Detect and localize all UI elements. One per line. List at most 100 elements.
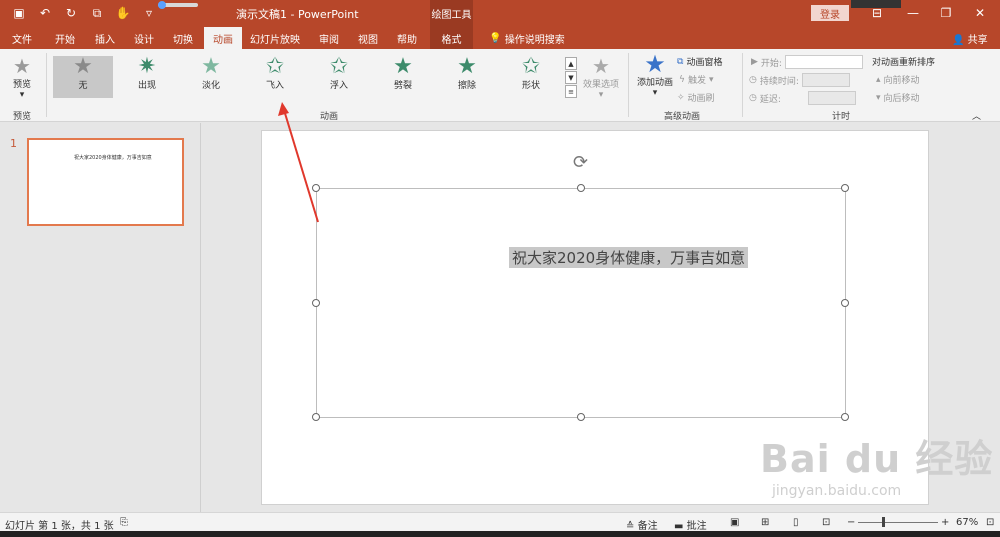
anim-fly-in[interactable]: ✩ 飞入 [245,56,305,98]
star-icon: ✩ [265,54,285,79]
tab-slideshow[interactable]: 幻灯片放映 [247,27,303,49]
trigger-button[interactable]: ϟ 触发 ▾ [679,73,714,87]
pane-divider[interactable] [200,123,201,512]
tab-insert[interactable]: 插入 [87,27,123,49]
gallery-scroll[interactable]: ▲ ▼ ≡ [565,57,577,99]
resize-handle-e[interactable] [841,299,849,307]
watermark-main: Bai du 经验 [760,437,994,481]
chevron-down-icon[interactable]: ▼ [565,71,577,84]
redo-icon[interactable]: ↻ [62,4,80,22]
resize-handle-ne[interactable] [841,184,849,192]
anim-split[interactable]: ★ 劈裂 [373,56,433,98]
spellcheck-icon[interactable]: ⎘ [120,517,128,528]
quick-access-toolbar: ▣ ↶ ↻ ⧉ ✋ ▿ [10,4,158,22]
close-icon[interactable]: ✕ [965,2,995,24]
anim-wipe[interactable]: ★ 擦除 [437,56,497,98]
chevron-down-icon: ▾ [19,90,25,100]
zoom-slider[interactable] [858,522,938,523]
restore-icon[interactable]: ❐ [931,2,961,24]
play-icon: ▶ [751,57,758,67]
slide-thumbnail-pane: 1 祝大家2020身体健康，万事吉如意 [0,123,200,512]
clock-icon: ◷ [749,75,757,85]
mini-slider[interactable] [158,1,198,9]
gallery-more-icon[interactable]: ≡ [565,85,577,98]
text-box-frame[interactable]: 祝大家2020身体健康，万事吉如意 [312,184,849,421]
zoom-level[interactable]: 67% [956,517,978,528]
share-label: 共享 [967,35,988,46]
zoom-slider-thumb[interactable] [882,517,885,527]
tab-transitions[interactable]: 切换 [165,27,201,49]
trigger-label: 触发 [687,76,706,86]
taskbar-strip [0,531,1000,537]
undo-icon[interactable]: ↶ [36,4,54,22]
animation-pane-label: 动画窗格 [686,58,723,68]
tab-format[interactable]: 格式 [430,27,473,49]
touch-mode-icon[interactable]: ✋ [114,4,132,22]
normal-view-icon[interactable]: ▣ [730,517,739,528]
add-animation-button[interactable]: ★ 添加动画 ▾ [634,50,676,98]
collapse-ribbon-icon[interactable]: ︿ [972,109,981,122]
watermark-sub: jingyan.baidu.com [772,483,902,499]
login-button[interactable]: 登录 [811,5,849,21]
move-earlier-button[interactable]: ▴ 向前移动 [876,73,920,87]
tab-home[interactable]: 开始 [47,27,83,49]
fit-to-window-icon[interactable]: ⊡ [986,517,994,528]
zoom-in-icon[interactable]: + [941,517,949,528]
effect-options-button[interactable]: ★ 效果选项 ▾ [580,55,622,100]
preview-button[interactable]: ★ 预览 ▾ [9,55,35,100]
window-title: 演示文稿1 - PowerPoint [236,8,359,21]
star-icon: ★ [393,54,413,79]
present-icon[interactable]: ⧉ [88,4,106,22]
customize-qat-icon[interactable]: ▿ [140,4,158,22]
anim-fade[interactable]: ★ 淡化 [181,56,241,98]
move-later-button[interactable]: ▾ 向后移动 [876,91,920,105]
ribbon-display-icon[interactable]: ⊟ [862,2,892,24]
star-icon: ✩ [521,54,541,79]
duration-spinner[interactable] [801,73,850,87]
tab-file[interactable]: 文件 [4,27,40,49]
anim-none[interactable]: ★ 无 [53,56,113,98]
star-icon: ✩ [329,54,349,79]
person-icon: 👤 [952,35,965,46]
anim-label: 形状 [521,81,540,91]
delay-spinner[interactable] [807,91,856,105]
reading-view-icon[interactable]: ▯ [793,517,799,528]
delay-label: 延迟: [759,94,781,105]
resize-handle-s[interactable] [577,413,585,421]
anim-shape[interactable]: ✩ 形状 [501,56,561,98]
anim-appear[interactable]: ✷ 出现 [117,56,177,98]
slide-sorter-icon[interactable]: ⊞ [761,517,769,528]
resize-handle-se[interactable] [841,413,849,421]
group-label-preview: 预览 [13,112,32,122]
rotate-handle-icon[interactable]: ⟳ [573,152,588,173]
resize-handle-n[interactable] [577,184,585,192]
chevron-down-icon: ▾ [708,74,714,85]
anim-label: 浮入 [329,81,348,91]
chevron-up-icon[interactable]: ▲ [565,57,577,70]
comments-button[interactable]: ▬ 批注 [674,517,707,532]
tell-me-search[interactable]: 💡 操作说明搜索 [482,27,572,49]
slide-thumbnail[interactable]: 祝大家2020身体健康，万事吉如意 [27,138,184,226]
add-star-icon: ★ [644,50,666,78]
reorder-heading: 对动画重新排序 [872,58,936,68]
zoom-out-icon[interactable]: − [847,517,855,528]
share-button[interactable]: 👤 共享 [952,31,988,46]
selected-text[interactable]: 祝大家2020身体健康，万事吉如意 [509,247,749,268]
save-icon[interactable]: ▣ [10,4,28,22]
animation-pane-icon: ⧉ [677,56,684,67]
tab-animations[interactable]: 动画 [204,27,242,49]
start-dropdown[interactable] [784,55,863,69]
resize-handle-w[interactable] [312,299,320,307]
notes-button[interactable]: ≙ 备注 [626,517,658,532]
tab-help[interactable]: 帮助 [389,27,425,49]
tab-design[interactable]: 设计 [126,27,162,49]
tab-view[interactable]: 视图 [350,27,386,49]
resize-handle-sw[interactable] [312,413,320,421]
star-icon: ★ [73,54,93,79]
minimize-icon[interactable]: — [898,2,928,24]
animation-pane-button[interactable]: ⧉ 动画窗格 [677,55,723,69]
slideshow-icon[interactable]: ⊡ [822,517,830,528]
anim-float-in[interactable]: ✩ 浮入 [309,56,369,98]
tab-review[interactable]: 审阅 [311,27,347,49]
animation-painter-button[interactable]: ✧ 动画刷 [677,91,715,105]
